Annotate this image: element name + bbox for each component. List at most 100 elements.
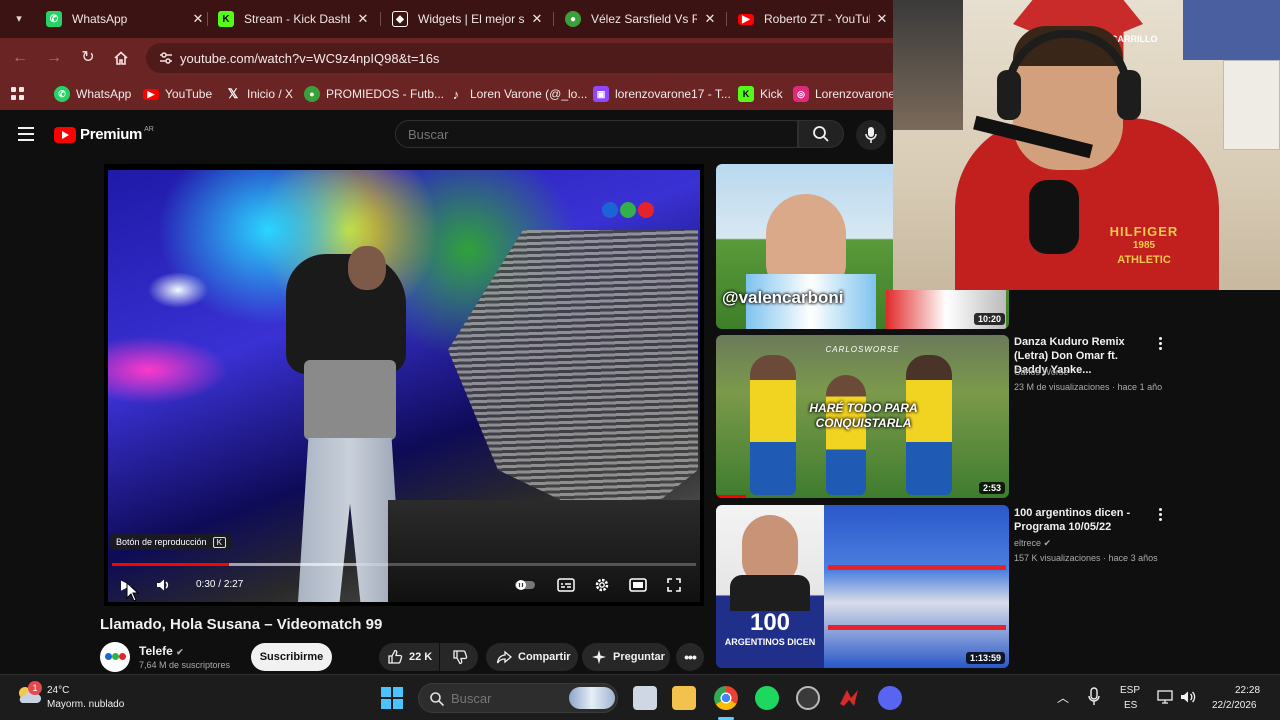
- more-horizontal-icon: •••: [684, 649, 697, 665]
- fullscreen-icon[interactable]: [664, 576, 684, 594]
- clock-date[interactable]: 22/2/2026: [1212, 700, 1257, 711]
- clock-time[interactable]: 22:28: [1235, 685, 1260, 696]
- wall-poster: [893, 0, 963, 130]
- tiktok-icon: ♪: [452, 86, 460, 102]
- video-duration-badge: 10:20: [973, 313, 1005, 325]
- more-vertical-icon[interactable]: [1156, 337, 1164, 351]
- windows-taskbar: 1 24°C Mayorm. nublado ︿ ESP ES 22:28 22…: [0, 674, 1280, 720]
- video-duration: 2:27: [223, 579, 244, 590]
- search-box[interactable]: [395, 120, 798, 148]
- bookmark-instagram[interactable]: ◎ Lorenzovarone (: [793, 86, 902, 102]
- more-vertical-icon[interactable]: [1156, 508, 1164, 522]
- app-red-icon[interactable]: [837, 686, 861, 710]
- tab-widgets[interactable]: ◆ Widgets | El mejor so ✕: [382, 4, 545, 34]
- search-highlight-icon: [569, 687, 615, 709]
- file-explorer-icon[interactable]: [672, 686, 696, 710]
- close-tab-icon[interactable]: ✕: [529, 11, 545, 27]
- dislike-button[interactable]: [440, 643, 478, 671]
- search-input[interactable]: [408, 127, 788, 142]
- speaker-icon[interactable]: [1180, 689, 1196, 705]
- bookmark-youtube[interactable]: ▶ YouTube: [143, 86, 212, 102]
- chrome-icon[interactable]: [714, 686, 738, 710]
- bookmark-tiktok[interactable]: ♪ Loren Varone (@_lo...: [448, 86, 588, 102]
- bookmark-label: Kick: [760, 87, 783, 101]
- windows-start-icon[interactable]: [380, 686, 404, 710]
- tab-roberto-zt[interactable]: ▶ Roberto ZT - YouTub ✕: [728, 4, 890, 34]
- share-button[interactable]: Compartir: [486, 643, 578, 671]
- settings-gear-icon[interactable]: [592, 576, 612, 594]
- youtube-icon: ▶: [143, 88, 159, 100]
- voice-search-button[interactable]: [856, 120, 886, 150]
- taskbar-search-input[interactable]: [451, 691, 571, 706]
- close-tab-icon[interactable]: ✕: [874, 11, 890, 27]
- weather-temperature[interactable]: 24°C: [47, 685, 69, 696]
- microphone: [1029, 180, 1079, 254]
- network-icon[interactable]: [1157, 689, 1173, 705]
- bookmark-promiedos[interactable]: ● PROMIEDOS - Futb...: [304, 86, 444, 102]
- instagram-icon: ◎: [793, 86, 809, 102]
- theater-mode-icon[interactable]: [628, 576, 648, 594]
- thumb-studio-bar: [828, 625, 1006, 630]
- discord-icon[interactable]: [878, 686, 902, 710]
- home-icon[interactable]: [111, 48, 131, 68]
- subscribe-button[interactable]: Suscribirme: [251, 643, 332, 671]
- recommendation-channel[interactable]: Carlos Worse: [1014, 367, 1068, 377]
- hamburger-menu-icon[interactable]: [18, 127, 34, 141]
- logo-text: Premium: [80, 126, 143, 143]
- spotify-icon[interactable]: [755, 686, 779, 710]
- ask-button[interactable]: Preguntar: [582, 643, 670, 671]
- like-button[interactable]: 22 K: [379, 643, 439, 671]
- task-view-icon[interactable]: [633, 686, 657, 710]
- bookmark-whatsapp[interactable]: ✆ WhatsApp: [54, 86, 131, 102]
- thumb-host-suit: [730, 575, 810, 611]
- close-tab-icon[interactable]: ✕: [190, 11, 206, 27]
- wall-radiator: [1223, 60, 1280, 150]
- search-icon: [813, 126, 829, 142]
- tab-strip: ▾ ✆ WhatsApp ✕ K Stream - Kick Dashbo ✕ …: [0, 0, 893, 38]
- channel-avatar[interactable]: [100, 642, 130, 672]
- progress-played: [112, 563, 229, 566]
- back-arrow-icon[interactable]: ←: [10, 48, 30, 68]
- recommendation-channel[interactable]: eltrece ✔: [1014, 538, 1051, 549]
- microphone-icon[interactable]: [1087, 687, 1101, 707]
- video-duration-badge: 2:53: [978, 482, 1005, 494]
- tab-kick-dashboard[interactable]: K Stream - Kick Dashbo ✕: [208, 4, 371, 34]
- taskbar-search[interactable]: [418, 683, 618, 713]
- close-tab-icon[interactable]: ✕: [355, 11, 371, 27]
- forward-arrow-icon[interactable]: →: [44, 48, 64, 68]
- close-tab-icon[interactable]: ✕: [702, 11, 718, 27]
- apps-grid-icon[interactable]: [11, 86, 25, 102]
- video-person-shirt: [304, 360, 396, 440]
- watched-progress: [716, 495, 746, 498]
- keyboard-layout[interactable]: ES: [1124, 700, 1137, 711]
- steelseries-icon[interactable]: [796, 686, 820, 710]
- video-duration-badge: 1:13:59: [965, 652, 1005, 664]
- reload-icon[interactable]: ↻: [78, 48, 98, 68]
- volume-icon[interactable]: [153, 576, 173, 594]
- bookmark-twitch[interactable]: ▣ lorenzovarone17 - T...: [593, 86, 731, 102]
- language-code[interactable]: ESP: [1120, 685, 1140, 696]
- kick-icon: K: [218, 11, 234, 27]
- show-hidden-icons-chevron-icon[interactable]: ︿: [1057, 689, 1069, 706]
- recommendation-title[interactable]: 100 argentinos dicen - Programa 10/05/22: [1014, 506, 1154, 534]
- recommendation-thumbnail[interactable]: CARLOSWORSE HARÉ TODO PARA CONQUISTARLA …: [716, 335, 1009, 498]
- shirt-print-year: 1985: [1132, 240, 1156, 251]
- headset-ear-left: [997, 70, 1021, 120]
- progress-bar[interactable]: [112, 563, 696, 566]
- subtitles-icon[interactable]: [556, 576, 576, 594]
- bookmark-x[interactable]: 𝕏 Inicio / X: [225, 86, 293, 102]
- address-bar[interactable]: youtube.com/watch?v=WC9z4npIQ98&t=16s: [146, 43, 893, 73]
- search-button[interactable]: [798, 120, 844, 148]
- bookmark-kick[interactable]: K Kick: [738, 86, 783, 102]
- autoplay-toggle-icon[interactable]: [515, 576, 535, 594]
- tab-whatsapp[interactable]: ✆ WhatsApp ✕: [36, 4, 206, 34]
- site-info-icon[interactable]: [158, 50, 174, 66]
- weather-description[interactable]: Mayorm. nublado: [47, 699, 124, 710]
- youtube-premium-logo[interactable]: Premium AR: [54, 126, 154, 143]
- tab-search-button[interactable]: ▾: [8, 9, 30, 29]
- tooltip-text: Botón de reproducción: [116, 537, 207, 547]
- recommendation-thumbnail[interactable]: 100 ARGENTINOS DICEN 1:13:59: [716, 505, 1009, 668]
- more-actions-button[interactable]: •••: [676, 643, 704, 671]
- tab-velez-river[interactable]: ● Vélez Sarsfield Vs Riv ✕: [555, 4, 718, 34]
- channel-name[interactable]: Telefe ✔: [139, 644, 184, 658]
